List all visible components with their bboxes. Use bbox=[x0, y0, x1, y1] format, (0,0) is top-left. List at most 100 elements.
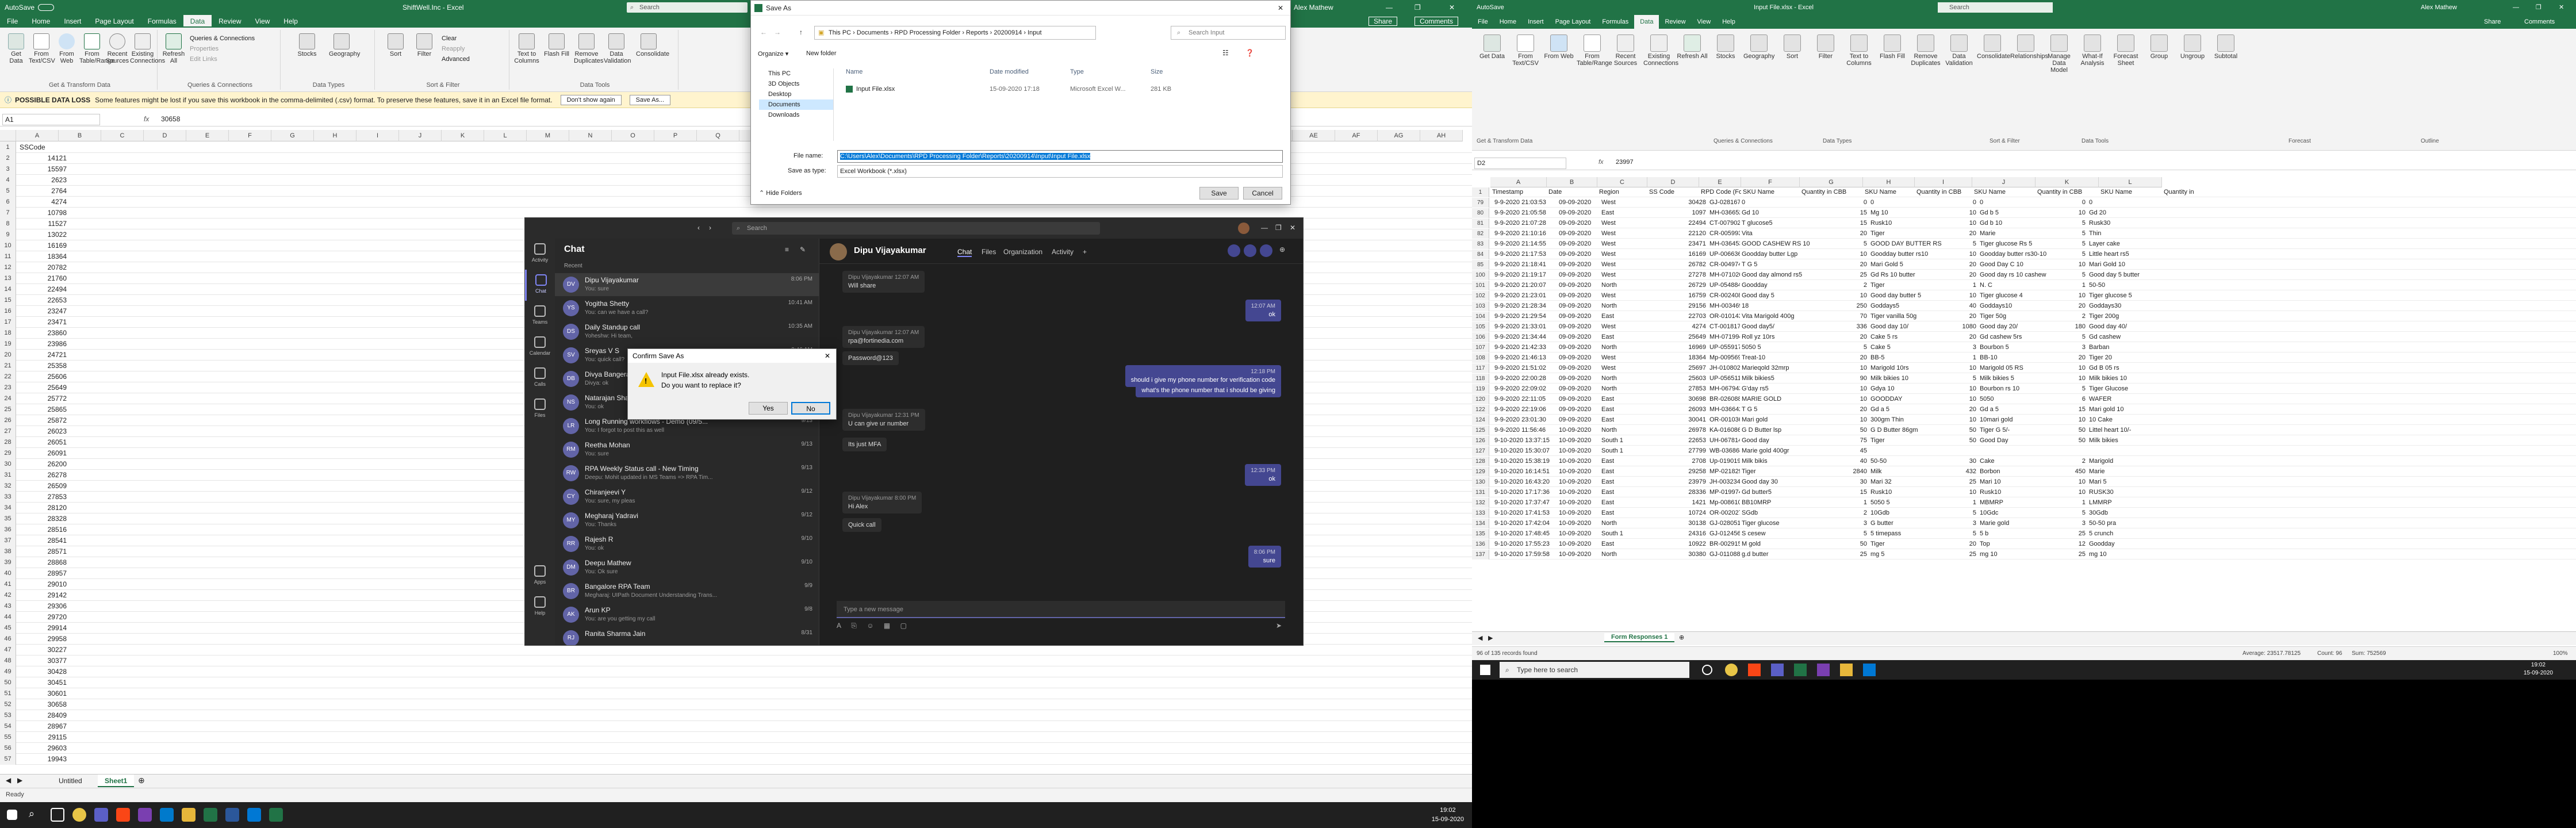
cell[interactable]: g.d butter bbox=[1740, 550, 1838, 559]
cell[interactable]: 27799 bbox=[1667, 446, 1708, 456]
cell[interactable]: 20 bbox=[1943, 260, 1978, 270]
add-people-icon[interactable]: ⊕ bbox=[1279, 246, 1285, 254]
cell[interactable]: 22494 bbox=[1667, 218, 1708, 228]
cell[interactable]: Tiger G 5/- bbox=[1978, 425, 2053, 435]
name-box[interactable]: A1 bbox=[2, 114, 100, 125]
ribbon-button[interactable]: Group bbox=[2144, 33, 2175, 60]
ribbon-button[interactable]: From Text/CSV bbox=[1510, 33, 1541, 67]
cell[interactable]: 09-09-2020 bbox=[1557, 301, 1600, 311]
cell[interactable]: 28868 bbox=[17, 557, 69, 568]
cell[interactable]: 10798 bbox=[17, 207, 69, 218]
cell[interactable]: 1421 bbox=[1667, 498, 1708, 508]
cell[interactable]: 10 bbox=[2053, 415, 2087, 425]
cell[interactable]: 336 bbox=[1838, 322, 1869, 332]
cell[interactable]: 0 bbox=[1740, 198, 1838, 208]
cell[interactable]: 5 bbox=[1943, 508, 1978, 518]
cell[interactable]: 26782 bbox=[1667, 260, 1708, 270]
hide-folders-button[interactable]: ⌃ Hide Folders bbox=[759, 189, 802, 197]
cell[interactable]: 09-09-2020 bbox=[1557, 270, 1600, 280]
chrome-icon[interactable] bbox=[1725, 664, 1738, 676]
cell[interactable]: 10 bbox=[1943, 363, 1978, 373]
cell[interactable]: 5 bbox=[2053, 229, 2087, 239]
cell[interactable]: G'day rs5 bbox=[1740, 384, 1838, 394]
cell[interactable]: 10 bbox=[1943, 384, 1978, 394]
cell[interactable]: 10mari gold bbox=[1978, 415, 2053, 425]
ribbon-button[interactable]: From Table/Range bbox=[1577, 33, 1612, 67]
cell[interactable]: 3 bbox=[2053, 519, 2087, 528]
row-header[interactable]: 45 bbox=[0, 622, 16, 634]
cell[interactable]: 10 bbox=[2053, 291, 2087, 301]
teams-search-input[interactable]: ⌕ Search bbox=[732, 222, 1100, 235]
cell[interactable]: 09-09-2020 bbox=[1557, 208, 1600, 218]
cell[interactable]: Tiger 200g bbox=[2087, 312, 2179, 321]
minimize-button[interactable]: — bbox=[2513, 0, 2519, 15]
fx-icon[interactable]: fx bbox=[1598, 159, 1604, 166]
cell[interactable]: UP-0559175 bbox=[1708, 343, 1740, 352]
cell[interactable]: Tiger glucose bbox=[1740, 519, 1838, 528]
rail-activity[interactable]: Activity bbox=[525, 239, 555, 270]
cell[interactable]: 5050 5 bbox=[1740, 343, 1838, 352]
cell[interactable]: 432 bbox=[1943, 467, 1978, 477]
chat-list-item[interactable]: RJ Ranita Sharma Jain 8/31 bbox=[555, 627, 819, 645]
cell[interactable]: 1097 bbox=[1667, 208, 1708, 218]
sort-button[interactable]: Sort bbox=[383, 32, 408, 57]
cell[interactable]: 5 bbox=[1838, 343, 1869, 352]
uipath-icon[interactable] bbox=[116, 808, 130, 822]
ribbon-button[interactable]: Existing Connections bbox=[1643, 33, 1678, 67]
cell[interactable]: WAFER bbox=[2087, 394, 2179, 404]
cell[interactable]: 20 bbox=[1943, 405, 1978, 415]
cell[interactable]: 29603 bbox=[17, 742, 69, 754]
cell[interactable]: 10-09-2020 bbox=[1557, 477, 1600, 487]
row-header[interactable]: 18 bbox=[0, 327, 16, 339]
cell[interactable]: 5 bbox=[1838, 529, 1869, 539]
cell[interactable]: North bbox=[1600, 425, 1667, 435]
cell[interactable]: Good day 10/ bbox=[1869, 322, 1943, 332]
cell[interactable]: 1 bbox=[2053, 281, 2087, 290]
cell[interactable]: Good day 5 bbox=[1740, 291, 1838, 301]
incoming-message[interactable]: Quick call bbox=[842, 518, 881, 532]
cell[interactable]: 5 timepass bbox=[1869, 529, 1943, 539]
incoming-message[interactable]: Dipu Vijayakumar 12:07 AM rpa@fortinedia.… bbox=[842, 326, 925, 348]
rail-files[interactable]: Files bbox=[525, 394, 555, 425]
cell[interactable]: 2623 bbox=[17, 174, 69, 186]
cell[interactable]: 10-09-2020 bbox=[1557, 550, 1600, 559]
cell[interactable]: 30041 bbox=[1667, 415, 1708, 425]
chat-list-item[interactable]: YS Yogitha Shetty You: can we have a call?… bbox=[555, 297, 819, 320]
cell[interactable]: 9-9-2020 11:56:46 bbox=[1493, 425, 1557, 435]
cell[interactable]: North bbox=[1600, 519, 1667, 528]
cell[interactable]: 40 bbox=[1838, 457, 1869, 466]
column-header[interactable]: H bbox=[314, 130, 356, 141]
help-icon[interactable]: ❓ bbox=[1245, 49, 1254, 57]
cell[interactable]: Mari gold bbox=[1740, 415, 1838, 425]
cell[interactable]: Rusk30 bbox=[2087, 218, 2179, 228]
tab-add[interactable]: + bbox=[1083, 248, 1087, 256]
row-header[interactable]: 79 bbox=[1472, 198, 1489, 208]
cell[interactable]: Vita bbox=[1740, 229, 1838, 239]
cell[interactable]: 2 bbox=[2053, 457, 2087, 466]
cell[interactable]: 9-9-2020 21:07:28 bbox=[1493, 218, 1557, 228]
cell[interactable]: Good day5/ bbox=[1740, 322, 1838, 332]
cell[interactable]: 9-9-2020 21:23:01 bbox=[1493, 291, 1557, 301]
filename-input[interactable]: C:\Users\Alex\Documents\RPD Processing F… bbox=[837, 150, 1283, 163]
confirm-close-button[interactable]: ✕ bbox=[825, 349, 830, 363]
cell[interactable]: 22120 bbox=[1667, 229, 1708, 239]
cell[interactable]: T G 5 bbox=[1740, 260, 1838, 270]
cell[interactable]: 10 bbox=[2053, 488, 2087, 497]
cell[interactable]: Good Day bbox=[1978, 436, 2053, 446]
breadcrumb-item[interactable]: This PC bbox=[829, 29, 851, 36]
geography-button[interactable]: Geography bbox=[329, 32, 360, 57]
cell[interactable]: 16169 bbox=[1667, 250, 1708, 259]
cell[interactable]: 10 bbox=[1838, 384, 1869, 394]
row-header[interactable]: 23 bbox=[0, 382, 16, 393]
chat-list-item[interactable]: DS Daily Standup call Yoheshw: Hi team, 10:… bbox=[555, 320, 819, 343]
cell[interactable]: 10-09-2020 bbox=[1557, 457, 1600, 466]
header-cell[interactable]: SKU Name bbox=[1741, 187, 1800, 197]
row-header[interactable]: 6 bbox=[0, 196, 16, 208]
cell[interactable]: Tiger Glucose bbox=[2087, 384, 2179, 394]
cell[interactable]: 26023 bbox=[17, 425, 69, 437]
rail-apps[interactable]: Apps bbox=[525, 561, 555, 592]
column-header[interactable]: K bbox=[442, 130, 484, 141]
cell[interactable]: 28967 bbox=[17, 720, 69, 732]
row-header[interactable]: 57 bbox=[0, 753, 16, 765]
cell[interactable]: GOOD DAY BUTTER RS bbox=[1869, 239, 1943, 249]
